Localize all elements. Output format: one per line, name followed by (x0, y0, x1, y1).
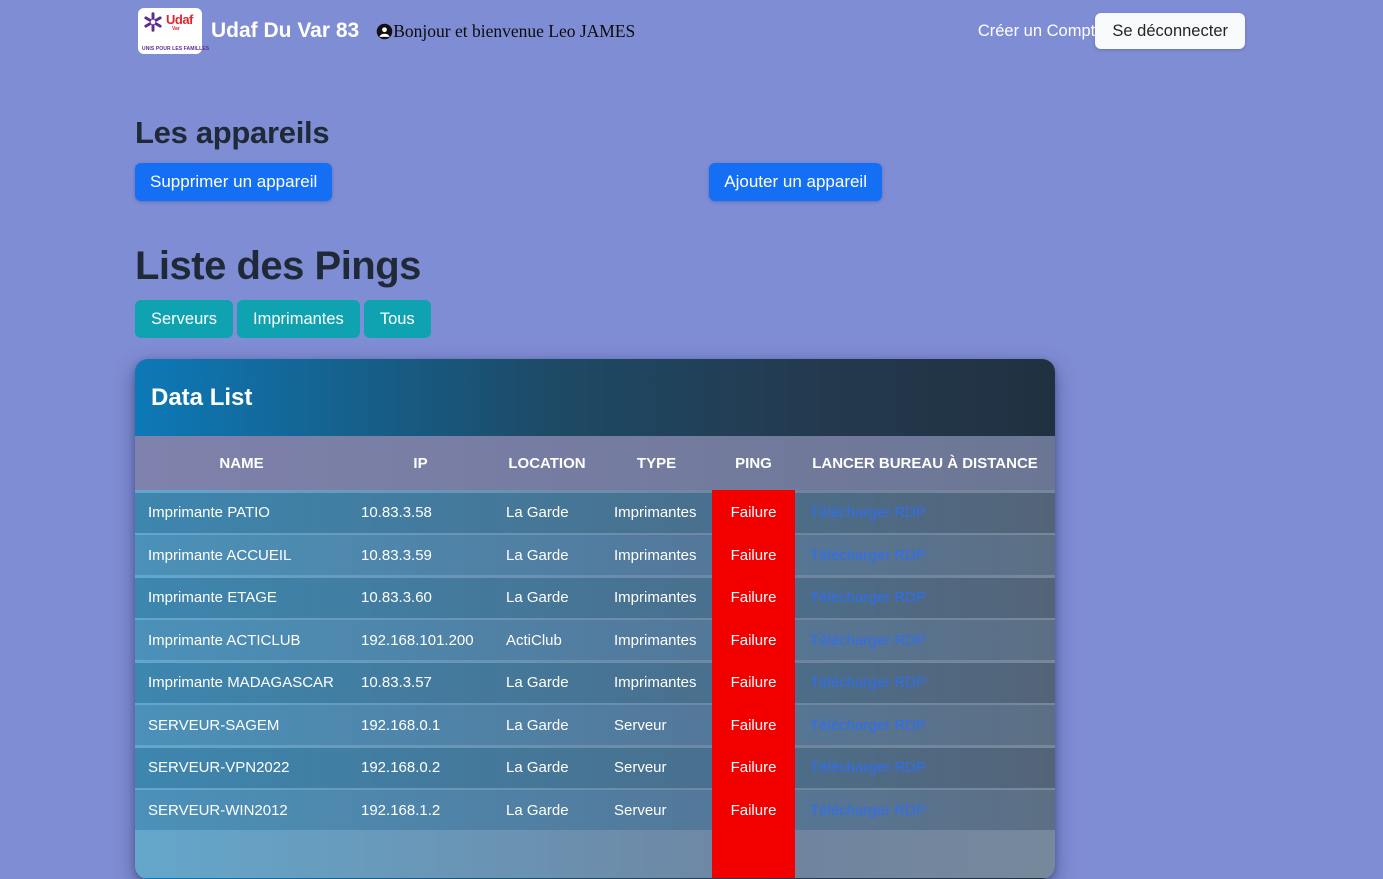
cell-rdp: Télécharger RDP (795, 759, 1055, 776)
cell-rdp: Télécharger RDP (795, 717, 1055, 734)
cell-type: Imprimantes (601, 674, 712, 691)
logout-button[interactable]: Se déconnecter (1095, 13, 1245, 49)
ping-status: Failure (712, 535, 795, 575)
udaf-logo: Udaf Var UNIS POUR LES FAMILLES (138, 8, 202, 54)
cell-ip-address: 192.168.0.2 (348, 759, 493, 776)
data-list-card-header: Data List (135, 359, 1055, 436)
column-header-ip: IP (348, 455, 493, 472)
logo-var-text: Var (172, 27, 193, 32)
ping-status: Failure (712, 663, 795, 703)
ping-status: Failure (712, 790, 795, 830)
filter-servers-button[interactable]: Serveurs (135, 300, 233, 338)
delete-device-button[interactable]: Supprimer un appareil (135, 163, 332, 201)
column-header-location: LOCATION (493, 455, 601, 472)
logo-udaf-text: Udaf (166, 13, 193, 26)
download-rdp-link[interactable]: Télécharger RDP (810, 547, 926, 564)
cell-type: Serveur (601, 759, 712, 776)
cell-rdp: Télécharger RDP (795, 589, 1055, 606)
cell-ip-address: 192.168.1.2 (348, 802, 493, 819)
cell-type: Imprimantes (601, 632, 712, 649)
download-rdp-link[interactable]: Télécharger RDP (810, 632, 926, 649)
ping-filters: Serveurs Imprimantes Tous (135, 300, 1383, 338)
cell-location: La Garde (493, 589, 601, 606)
cell-rdp: Télécharger RDP (795, 632, 1055, 649)
download-rdp-link[interactable]: Télécharger RDP (810, 589, 926, 606)
cell-type: Imprimantes (601, 504, 712, 521)
cell-ip-address: 10.83.3.60 (348, 589, 493, 606)
table-row: SERVEUR-SAGEM 192.168.0.1 La Garde Serve… (135, 705, 1055, 745)
ping-status-column: FailureFailureFailureFailureFailureFailu… (712, 490, 795, 878)
cell-ip-address: 10.83.3.58 (348, 504, 493, 521)
download-rdp-link[interactable]: Télécharger RDP (810, 504, 926, 521)
table-row: Imprimante ACCUEIL 10.83.3.59 La Garde I… (135, 535, 1055, 575)
top-navigation-bar: Udaf Var UNIS POUR LES FAMILLES Udaf Du … (0, 0, 1383, 62)
devices-section-title: Les appareils (135, 115, 1383, 151)
cell-rdp: Télécharger RDP (795, 674, 1055, 691)
table-row: Imprimante ACTICLUB 192.168.101.200 Acti… (135, 620, 1055, 660)
ping-status: Failure (712, 620, 795, 660)
cell-ip-address: 192.168.101.200 (348, 632, 493, 649)
pings-section-title: Liste des Pings (135, 244, 1383, 289)
download-rdp-link[interactable]: Télécharger RDP (810, 717, 926, 734)
download-rdp-link[interactable]: Télécharger RDP (810, 802, 926, 819)
cell-device-name: Imprimante MADAGASCAR (135, 674, 348, 691)
cell-type: Serveur (601, 717, 712, 734)
cell-location: La Garde (493, 759, 601, 776)
column-header-name: NAME (135, 455, 348, 472)
cell-ip-address: 10.83.3.59 (348, 547, 493, 564)
cell-type: Imprimantes (601, 589, 712, 606)
cell-rdp: Télécharger RDP (795, 504, 1055, 521)
cell-ip-address: 10.83.3.57 (348, 674, 493, 691)
table-row: SERVEUR-WIN2012 192.168.1.2 La Garde Ser… (135, 790, 1055, 830)
download-rdp-link[interactable]: Télécharger RDP (810, 759, 926, 776)
table-row: Imprimante PATIO 10.83.3.58 La Garde Imp… (135, 493, 1055, 533)
cell-type: Serveur (601, 802, 712, 819)
cell-device-name: Imprimante ACTICLUB (135, 632, 348, 649)
cell-rdp: Télécharger RDP (795, 547, 1055, 564)
cell-rdp: Télécharger RDP (795, 802, 1055, 819)
cell-location: La Garde (493, 802, 601, 819)
cell-type: Imprimantes (601, 547, 712, 564)
device-actions: Supprimer un appareil Ajouter un apparei… (135, 163, 882, 201)
cell-ip-address: 192.168.0.1 (348, 717, 493, 734)
table-row: Imprimante ETAGE 10.83.3.60 La Garde Imp… (135, 578, 1055, 618)
column-header-rdp: LANCER BUREAU À DISTANCE (795, 455, 1055, 472)
cell-location: La Garde (493, 504, 601, 521)
ping-status: Failure (712, 705, 795, 745)
logo-tagline: UNIS POUR LES FAMILLES (142, 46, 198, 52)
cell-location: La Garde (493, 674, 601, 691)
column-header-ping: PING (712, 455, 795, 472)
download-rdp-link[interactable]: Télécharger RDP (810, 674, 926, 691)
ping-status: Failure (712, 578, 795, 618)
cell-device-name: SERVEUR-WIN2012 (135, 802, 348, 819)
column-header-type: TYPE (601, 455, 712, 472)
main-content: Les appareils Supprimer un appareil Ajou… (0, 115, 1383, 879)
data-list-card: Data List NAME IP LOCATION TYPE PING LAN… (135, 359, 1055, 879)
create-account-link[interactable]: Créer un Compte (978, 22, 1105, 41)
cell-device-name: SERVEUR-SAGEM (135, 717, 348, 734)
table-header-row: NAME IP LOCATION TYPE PING LANCER BUREAU… (135, 436, 1055, 490)
cell-location: La Garde (493, 717, 601, 734)
welcome-message: Bonjour et bienvenue Leo JAMES (376, 21, 635, 42)
table-body: FailureFailureFailureFailureFailureFailu… (135, 490, 1055, 878)
udaf-star-icon (142, 11, 164, 33)
table-row: SERVEUR-VPN2022 192.168.0.2 La Garde Ser… (135, 748, 1055, 788)
ping-status: Failure (712, 493, 795, 533)
welcome-text: Bonjour et bienvenue Leo JAMES (393, 21, 635, 42)
cell-device-name: SERVEUR-VPN2022 (135, 759, 348, 776)
add-device-button[interactable]: Ajouter un appareil (709, 163, 882, 201)
table-row: Imprimante MADAGASCAR 10.83.3.57 La Gard… (135, 663, 1055, 703)
table-rows: Imprimante PATIO 10.83.3.58 La Garde Imp… (135, 493, 1055, 831)
cell-device-name: Imprimante PATIO (135, 504, 348, 521)
cell-device-name: Imprimante ETAGE (135, 589, 348, 606)
filter-printers-button[interactable]: Imprimantes (237, 300, 360, 338)
ping-status: Failure (712, 748, 795, 788)
user-circle-icon (376, 23, 393, 40)
cell-device-name: Imprimante ACCUEIL (135, 547, 348, 564)
data-list-title: Data List (151, 384, 1039, 412)
site-title: Udaf Du Var 83 (211, 19, 359, 43)
filter-all-button[interactable]: Tous (364, 300, 431, 338)
cell-location: La Garde (493, 547, 601, 564)
cell-location: ActiClub (493, 632, 601, 649)
